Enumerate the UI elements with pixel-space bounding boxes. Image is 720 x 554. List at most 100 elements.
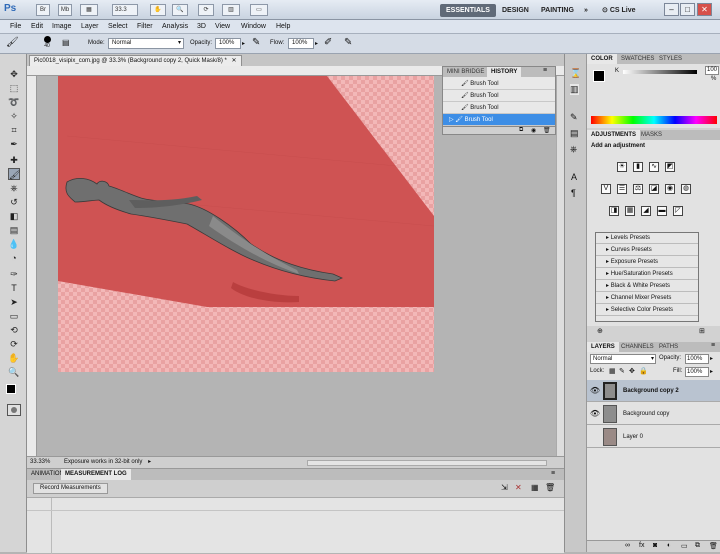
move-tool-icon[interactable]: ✥ — [8, 68, 20, 80]
curves-icon[interactable]: ∿ — [649, 162, 659, 172]
new-adjustment-layer-icon[interactable]: ◐ — [667, 542, 671, 549]
clone-source-icon[interactable]: ⎈ — [570, 144, 577, 155]
eraser-tool-icon[interactable]: ◧ — [8, 210, 20, 222]
brush-presets-icon[interactable]: ✎ — [570, 112, 578, 123]
quick-mask-button[interactable] — [7, 404, 21, 416]
visibility-eye-icon[interactable]: 👁 — [589, 380, 601, 402]
visibility-eye-icon[interactable]: 👁 — [589, 403, 601, 425]
selective-color-icon[interactable]: ◸ — [673, 206, 683, 216]
preset-black-white[interactable]: ▸ Black & White Presets — [596, 281, 698, 292]
pressure-opacity-icon[interactable]: ✎ — [252, 37, 260, 48]
pressure-size-icon[interactable]: ✎ — [344, 37, 352, 48]
layer-row-active[interactable]: 👁 Background copy 2 — [587, 380, 720, 402]
path-select-tool-icon[interactable]: ➤ — [8, 296, 20, 308]
fill-slider-toggle-icon[interactable]: ▸ — [710, 368, 713, 375]
layer-row[interactable]: 👁 Background copy — [587, 403, 720, 425]
menu-window[interactable]: Window — [241, 21, 266, 33]
workspace-painting[interactable]: PAINTING — [535, 4, 580, 17]
black-white-icon[interactable]: ◪ — [649, 184, 659, 194]
foreground-color-swatch[interactable] — [593, 70, 605, 82]
color-ramp[interactable] — [591, 116, 717, 124]
select-columns-icon[interactable]: ▦ — [531, 483, 539, 492]
tab-history[interactable]: HISTORY — [487, 67, 522, 77]
screen-mode-icon[interactable]: ▭ — [250, 4, 268, 16]
tab-color[interactable]: COLOR — [587, 54, 617, 64]
history-panel-icon[interactable]: ⌛ — [570, 68, 581, 79]
posterize-icon[interactable]: ▦ — [625, 206, 635, 216]
link-layers-icon[interactable]: ∞ — [625, 542, 630, 549]
add-mask-icon[interactable]: ◙ — [653, 542, 657, 549]
tab-masks[interactable]: MASKS — [637, 130, 666, 140]
character-panel-icon[interactable]: A — [571, 172, 577, 182]
history-item[interactable]: 🖌 Brush Tool — [443, 102, 555, 114]
bridge-icon[interactable]: Br — [36, 4, 50, 16]
dodge-tool-icon[interactable]: ◔ — [8, 252, 20, 264]
brush-panel-icon[interactable]: ▤ — [570, 128, 579, 139]
gradient-tool-icon[interactable]: ▤ — [8, 224, 20, 236]
fill-field[interactable]: 100% — [685, 367, 709, 377]
flow-slider-toggle-icon[interactable]: ▸ — [315, 40, 318, 47]
view-extras-icon[interactable]: ▦ — [80, 4, 98, 16]
history-item[interactable]: 🖌 Brush Tool — [443, 90, 555, 102]
record-measurements-button[interactable]: Record Measurements — [33, 483, 108, 494]
clone-stamp-tool-icon[interactable]: ⎈ — [8, 182, 20, 194]
pen-tool-icon[interactable]: ✑ — [8, 268, 20, 280]
layer-style-icon[interactable]: fx — [639, 542, 644, 549]
vertical-scrollbar[interactable] — [556, 76, 564, 456]
k-value-field[interactable]: 100 — [705, 66, 719, 75]
panel-menu-icon[interactable]: ≡ — [551, 470, 555, 477]
eyedropper-tool-icon[interactable]: ✒ — [8, 138, 20, 150]
history-item-active[interactable]: ▷ 🖌 Brush Tool — [443, 114, 555, 126]
tab-channels[interactable]: CHANNELS — [617, 342, 658, 352]
quick-select-tool-icon[interactable]: ✧ — [8, 110, 20, 122]
preset-selective-color[interactable]: ▸ Selective Color Presets — [596, 305, 698, 316]
panel-menu-icon[interactable]: ≡ — [543, 67, 547, 74]
export-icon[interactable]: ⇲ — [501, 483, 508, 492]
threshold-icon[interactable]: ◢ — [641, 206, 651, 216]
opacity-slider-toggle-icon[interactable]: ▸ — [242, 40, 245, 47]
opacity-slider-toggle-icon[interactable]: ▸ — [710, 355, 713, 362]
menu-layer[interactable]: Layer — [81, 21, 99, 33]
tab-adjustments[interactable]: ADJUSTMENTS — [587, 130, 641, 140]
lock-pixels-icon[interactable]: ✎ — [619, 367, 625, 375]
workspace-design[interactable]: DESIGN — [496, 4, 535, 17]
crop-tool-icon[interactable]: ⌗ — [8, 124, 20, 136]
lock-all-icon[interactable]: 🔒 — [639, 367, 648, 375]
new-layer-icon[interactable]: ⧉ — [695, 542, 700, 550]
lasso-tool-icon[interactable]: ➰ — [8, 96, 20, 108]
rotate-view-icon[interactable]: ⟳ — [198, 4, 214, 16]
visibility-hidden-icon[interactable]: · — [589, 426, 601, 448]
photo-filter-icon[interactable]: ◉ — [665, 184, 675, 194]
lock-position-icon[interactable]: ✥ — [629, 367, 635, 375]
trash-icon[interactable]: 🗑 — [709, 542, 718, 550]
brush-tool-preset-icon[interactable]: 🖌 — [6, 37, 19, 48]
hand-icon[interactable]: ✋ — [150, 4, 166, 16]
hue-saturation-icon[interactable]: ☰ — [617, 184, 627, 194]
zoom-status[interactable]: 33.33% — [30, 459, 50, 465]
tab-measurement-log[interactable]: MEASUREMENT LOG — [61, 469, 131, 480]
tab-paths[interactable]: PATHS — [655, 342, 682, 352]
tab-mini-bridge[interactable]: MINI BRIDGE — [443, 67, 488, 77]
info-panel-icon[interactable]: ▥ — [570, 84, 579, 95]
channel-mixer-icon[interactable]: ◍ — [681, 184, 691, 194]
zoom-level-select[interactable]: 33.3 — [112, 4, 138, 16]
close-tab-icon[interactable]: ✕ — [232, 58, 237, 64]
menu-select[interactable]: Select — [108, 21, 127, 33]
hand-tool-icon[interactable]: ✋ — [8, 352, 20, 364]
paragraph-panel-icon[interactable]: ¶ — [571, 188, 576, 198]
horizontal-scrollbar[interactable] — [307, 460, 547, 466]
history-brush-tool-icon[interactable]: ↺ — [8, 196, 20, 208]
new-group-icon[interactable]: ▭ — [681, 542, 688, 550]
new-document-from-state-icon[interactable]: ⧉ — [519, 127, 523, 134]
3d-rotate-tool-icon[interactable]: ⟲ — [8, 324, 20, 336]
exposure-icon[interactable]: ◩ — [665, 162, 675, 172]
new-snapshot-icon[interactable]: ◉ — [531, 127, 536, 134]
tab-layers[interactable]: LAYERS — [587, 342, 619, 352]
brush-size-picker[interactable]: 40 — [40, 36, 54, 52]
foreground-color-swatch[interactable] — [6, 384, 16, 394]
brush-panel-icon[interactable]: ▤ — [62, 38, 70, 47]
levels-icon[interactable]: ▮ — [633, 162, 643, 172]
menu-file[interactable]: File — [10, 21, 21, 33]
lock-transparency-icon[interactable]: ▦ — [609, 367, 616, 375]
brightness-contrast-icon[interactable]: ☀ — [617, 162, 627, 172]
